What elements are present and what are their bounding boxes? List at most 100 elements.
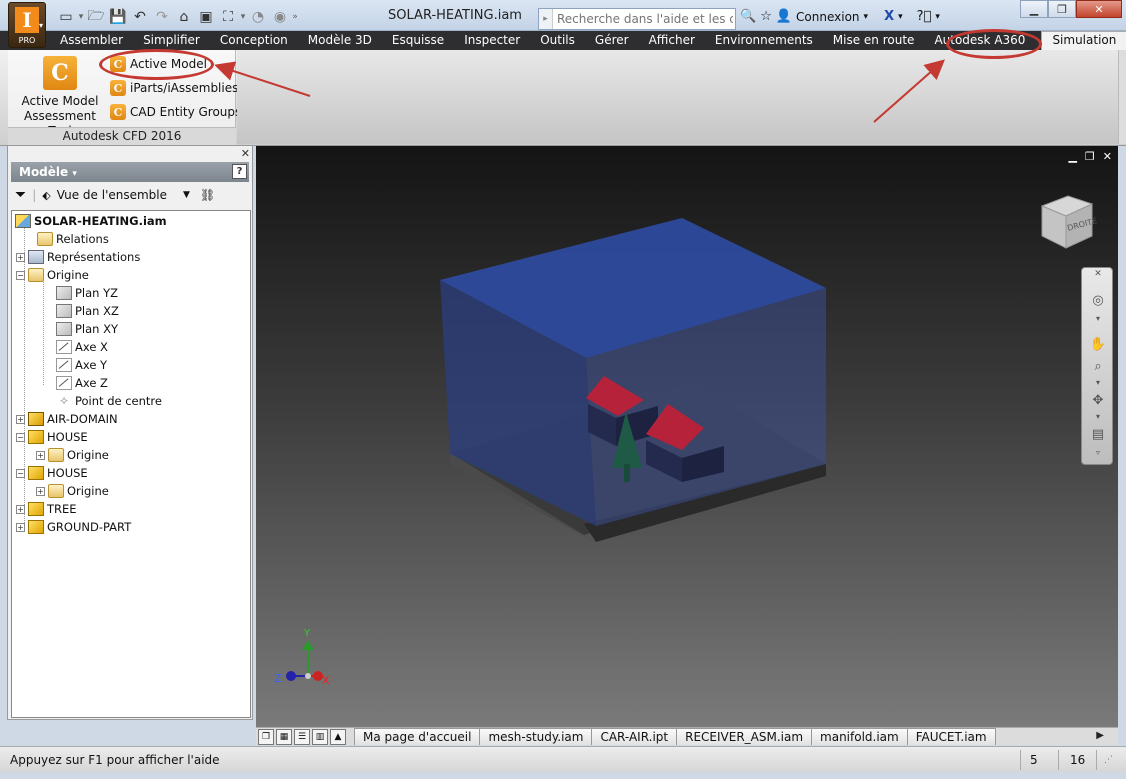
doc-tab-faucet[interactable]: FAUCET.iam <box>906 728 996 745</box>
tree-node-house-2-origin[interactable]: + Origine <box>36 482 109 500</box>
tab-outils[interactable]: Outils <box>530 31 585 50</box>
select-icon[interactable]: ⛶ <box>218 7 238 27</box>
find-binoculars-icon[interactable]: ⛓ <box>200 188 215 202</box>
customize-icon[interactable]: ▿ <box>1088 446 1108 458</box>
favorites-star-icon[interactable]: ☆ <box>760 9 772 24</box>
collapse-icon[interactable]: − <box>16 468 25 478</box>
maximize-icon[interactable]: ❐ <box>1048 0 1076 18</box>
collapse-icon[interactable]: − <box>16 270 25 280</box>
doc-tab-home[interactable]: Ma page d'accueil <box>354 728 481 745</box>
tree-node-relations[interactable]: Relations <box>25 230 109 248</box>
save-icon[interactable]: 💾 <box>108 7 128 27</box>
cad-entity-groups-button[interactable]: C CAD Entity Groups <box>110 102 241 122</box>
expand-icon[interactable]: + <box>16 504 25 514</box>
overflow-icon[interactable]: » <box>292 8 298 26</box>
expand-icon[interactable]: + <box>36 450 45 460</box>
cascade-windows-icon[interactable]: ❐ <box>258 728 274 745</box>
minimize-icon[interactable]: ▁ <box>1068 150 1076 163</box>
update-icon[interactable]: ▣ <box>196 7 216 27</box>
chevron-down-icon[interactable]: ▼ <box>183 190 190 200</box>
filter-icon[interactable]: ⏷ <box>15 187 26 203</box>
tree-node-representations[interactable]: + Représentations <box>16 248 140 266</box>
close-icon[interactable]: ✕ <box>241 147 250 160</box>
expand-icon[interactable]: + <box>16 252 25 262</box>
search-icon[interactable]: 🔍 <box>740 9 756 24</box>
tab-environnements[interactable]: Environnements <box>705 31 823 50</box>
chevron-down-icon[interactable]: ▾ <box>1088 410 1108 422</box>
tree-node-root[interactable]: SOLAR-HEATING.iam <box>15 212 167 230</box>
expand-icon[interactable]: + <box>16 414 25 424</box>
tree-node-house-1-origin[interactable]: + Origine <box>36 446 109 464</box>
material-icon[interactable]: ◔ <box>248 7 268 27</box>
tree-node-axis-x[interactable]: Axe X <box>56 338 108 356</box>
tab-esquisse[interactable]: Esquisse <box>382 31 454 50</box>
help-icon[interactable]: ?⃝ <box>917 9 932 24</box>
chevron-down-icon[interactable]: ▾ <box>1088 376 1108 388</box>
graphics-viewport[interactable]: Y X Z ▁ ❐ ✕ DROITE ✕ ◎ ▾ ✋ ⌕ ▾ ✥ ▾ ▤ ▿ <box>256 146 1118 727</box>
minimize-icon[interactable]: ▁ <box>1020 0 1048 18</box>
redo-icon[interactable]: ↷ <box>152 7 172 27</box>
tile-horizontal-icon[interactable]: ☰ <box>294 728 310 745</box>
pan-hand-icon[interactable]: ✋ <box>1088 334 1108 354</box>
tab-conception[interactable]: Conception <box>210 31 298 50</box>
collapse-icon[interactable]: − <box>16 432 25 442</box>
expand-icon[interactable]: + <box>36 486 45 496</box>
tree-node-house-2[interactable]: − HOUSE <box>16 464 88 482</box>
restore-icon[interactable]: ❐ <box>1085 150 1095 163</box>
chevron-down-icon[interactable]: ▾ <box>240 8 246 26</box>
undo-icon[interactable]: ↶ <box>130 7 150 27</box>
chevron-down-icon[interactable]: ▾ <box>898 12 903 22</box>
tab-simplifier[interactable]: Simplifier <box>133 31 210 50</box>
browser-title-dropdown[interactable]: Modèle ▾ ? <box>11 162 249 182</box>
steering-wheel-icon[interactable]: ◎ <box>1088 290 1108 310</box>
tab-simulation[interactable]: Simulation <box>1041 31 1126 50</box>
application-menu-button[interactable]: I ▾ PRO <box>8 2 46 48</box>
doc-tab-car-air[interactable]: CAR-AIR.ipt <box>591 728 678 745</box>
help-search-input[interactable] <box>553 9 733 29</box>
chevron-down-icon[interactable]: ▾ <box>78 8 84 26</box>
doc-tab-mesh-study[interactable]: mesh-study.iam <box>479 728 593 745</box>
tree-node-origin[interactable]: − Origine <box>16 266 89 284</box>
doc-tab-receiver-asm[interactable]: RECEIVER_ASM.iam <box>676 728 813 745</box>
close-icon[interactable]: ✕ <box>1076 0 1122 18</box>
tile-windows-icon[interactable]: ▦ <box>276 728 292 745</box>
tree-node-axis-z[interactable]: Axe Z <box>56 374 108 392</box>
close-icon[interactable]: ✕ <box>1088 268 1108 280</box>
chevron-down-icon[interactable]: ▾ <box>864 12 869 22</box>
close-icon[interactable]: ✕ <box>1103 150 1112 163</box>
sign-in-link[interactable]: Connexion <box>796 10 860 24</box>
tab-assembler[interactable]: Assembler <box>50 31 133 50</box>
help-icon[interactable]: ? <box>232 164 247 179</box>
chevron-right-icon[interactable]: ▶ <box>1096 730 1104 741</box>
chevron-down-icon[interactable]: ▾ <box>1088 312 1108 324</box>
tree-node-plane-yz[interactable]: Plan YZ <box>56 284 118 302</box>
tab-modele-3d[interactable]: Modèle 3D <box>298 31 382 50</box>
exchange-icon[interactable]: X <box>884 9 894 24</box>
view-selector[interactable]: Vue de l'ensemble <box>57 188 167 202</box>
open-folder-icon[interactable]: 🗁 <box>86 7 106 27</box>
tree-node-ground-part[interactable]: + GROUND-PART <box>16 518 131 536</box>
zoom-icon[interactable]: ⌕ <box>1088 356 1108 376</box>
tree-node-plane-xz[interactable]: Plan XZ <box>56 302 119 320</box>
tab-inspecter[interactable]: Inspecter <box>454 31 530 50</box>
orbit-icon[interactable]: ✥ <box>1088 390 1108 410</box>
home-icon[interactable]: ⌂ <box>174 7 194 27</box>
user-icon[interactable]: 👤 <box>776 9 792 24</box>
tree-node-tree[interactable]: + TREE <box>16 500 77 518</box>
iparts-iassemblies-button[interactable]: C iParts/iAssemblies <box>110 78 238 98</box>
tab-afficher[interactable]: Afficher <box>639 31 705 50</box>
viewcube[interactable]: DROITE <box>1034 192 1098 254</box>
chevron-up-icon[interactable]: ▲ <box>330 728 346 745</box>
tree-node-plane-xy[interactable]: Plan XY <box>56 320 118 338</box>
chevron-down-icon[interactable]: ▾ <box>935 12 940 22</box>
doc-tab-manifold[interactable]: manifold.iam <box>811 728 908 745</box>
new-document-icon[interactable]: ▭ <box>56 7 76 27</box>
tree-node-center-point[interactable]: ✧ Point de centre <box>56 392 162 410</box>
expand-icon[interactable]: + <box>16 522 25 532</box>
tile-vertical-icon[interactable]: ▥ <box>312 728 328 745</box>
appearance-icon[interactable]: ◉ <box>270 7 290 27</box>
tree-node-axis-y[interactable]: Axe Y <box>56 356 107 374</box>
resize-grip-icon[interactable]: ⋰ <box>1104 755 1113 765</box>
tree-node-house-1[interactable]: − HOUSE <box>16 428 88 446</box>
help-search-box[interactable]: ▸ <box>538 8 736 30</box>
